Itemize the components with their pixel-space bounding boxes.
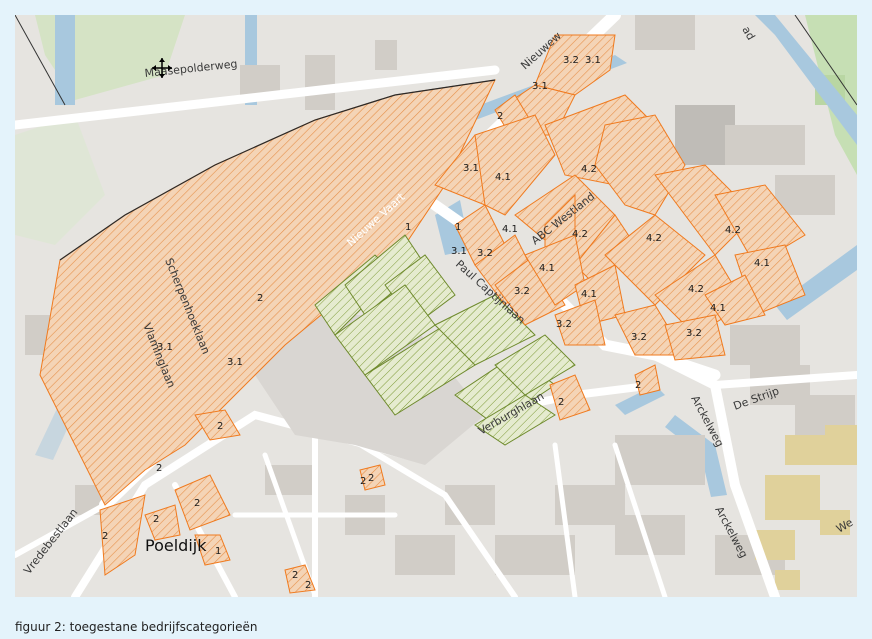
map[interactable]: 3.1 3.2 3.1 2 3.1 4.1 4.2 1 3.1 3.2 4.1 … <box>15 15 857 597</box>
figure-caption: figuur 2: toegestane bedrijfscategorieën <box>15 620 258 634</box>
map-canvas[interactable]: 3.1 3.2 3.1 2 3.1 4.1 4.2 1 3.1 3.2 4.1 … <box>15 15 857 597</box>
cat-label: 4.1 <box>539 263 555 274</box>
cat-label: 2 <box>360 476 366 487</box>
cat-label: 3.1 <box>227 357 243 368</box>
cat-label: 4.2 <box>646 233 662 244</box>
cat-label: 2 <box>102 531 108 542</box>
cat-label: 4.2 <box>581 164 597 175</box>
cat-label: 2 <box>497 111 503 122</box>
cat-label: 3.2 <box>563 55 579 66</box>
cat-label: 2 <box>368 473 374 484</box>
cat-label: 3.2 <box>631 332 647 343</box>
cat-label: 3.1 <box>585 55 601 66</box>
cat-label: 3.2 <box>514 286 530 297</box>
cat-label: 4.1 <box>754 258 770 269</box>
cat-label: 4.2 <box>688 284 704 295</box>
cat-label: 4.1 <box>495 172 511 183</box>
cat-label: 3.1 <box>532 81 548 92</box>
cat-label: 3.1 <box>463 163 479 174</box>
cat-label: 4.1 <box>710 303 726 314</box>
cat-label: 1 <box>215 546 221 557</box>
cat-label: 3.2 <box>686 328 702 339</box>
cat-label: 3.1 <box>451 246 467 257</box>
cat-label: 2 <box>156 463 162 474</box>
cat-label: 4.2 <box>572 229 588 240</box>
cat-label: 2 <box>305 580 311 591</box>
cat-label: 2 <box>194 498 200 509</box>
cat-label: 4.1 <box>502 224 518 235</box>
cat-label: 4.1 <box>581 289 597 300</box>
town-label: Poeldijk <box>145 536 207 555</box>
cat-label: 2 <box>635 380 641 391</box>
cat-label: 2 <box>257 293 263 304</box>
cat-label: 2 <box>217 421 223 432</box>
cat-label: 3.2 <box>477 248 493 259</box>
cat-label: 4.2 <box>725 225 741 236</box>
cat-label: 1 <box>405 222 411 233</box>
cat-label: 3.2 <box>556 319 572 330</box>
cat-label: 2 <box>292 570 298 581</box>
cat-label: 1 <box>455 222 461 233</box>
cat-label: 2 <box>558 397 564 408</box>
cat-label: 2 <box>153 514 159 525</box>
